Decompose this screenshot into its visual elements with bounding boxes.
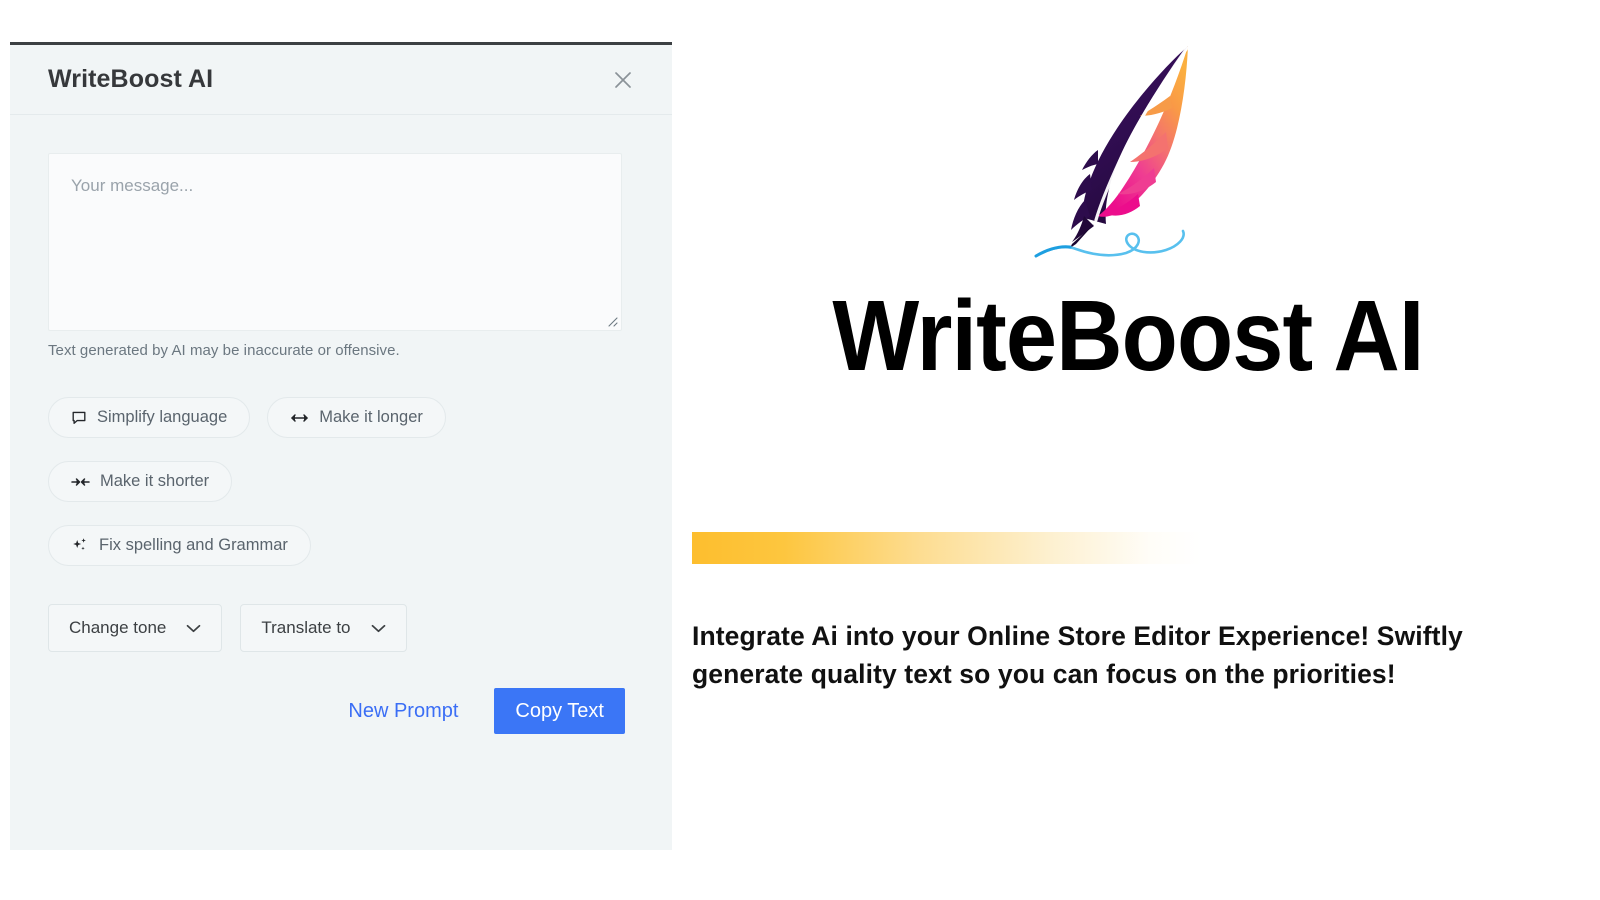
translate-to-dropdown[interactable]: Translate to xyxy=(240,604,407,652)
chip-row-1: Simplify language Make it longer xyxy=(48,397,634,438)
brand-gradient-bar xyxy=(692,532,1202,564)
panel-body: Text generated by AI may be inaccurate o… xyxy=(10,115,672,734)
chip-label: Simplify language xyxy=(97,408,228,426)
select-row: Change tone Translate to xyxy=(48,604,634,652)
footer-actions: New Prompt Copy Text xyxy=(48,688,634,734)
chip-fix-spelling-and-grammar[interactable]: Fix spelling and Grammar xyxy=(48,525,311,566)
copy-text-button[interactable]: Copy Text xyxy=(494,688,625,734)
translate-to-label: Translate to xyxy=(261,618,351,637)
chip-label: Make it longer xyxy=(319,408,423,426)
change-tone-dropdown[interactable]: Change tone xyxy=(48,604,223,652)
ai-disclaimer-text: Text generated by AI may be inaccurate o… xyxy=(48,342,400,359)
change-tone-label: Change tone xyxy=(69,618,167,637)
chevron-down-icon xyxy=(186,624,201,633)
chip-row-3: Fix spelling and Grammar xyxy=(48,525,634,566)
sparkle-icon xyxy=(71,537,89,554)
chip-simplify-language[interactable]: Simplify language xyxy=(48,397,251,438)
close-icon xyxy=(612,69,634,91)
close-button[interactable] xyxy=(606,63,640,97)
brand-description: Integrate Ai into your Online Store Edit… xyxy=(692,621,1463,689)
chip-make-it-shorter[interactable]: Make it shorter xyxy=(48,461,233,502)
feather-quill-logo xyxy=(1020,28,1210,268)
new-prompt-button[interactable]: New Prompt xyxy=(348,700,458,723)
speech-bubble-icon xyxy=(71,410,87,426)
chip-label: Fix spelling and Grammar xyxy=(99,536,288,554)
chip-make-it-longer[interactable]: Make it longer xyxy=(267,397,446,438)
panel-header: WriteBoost AI xyxy=(10,45,672,115)
page-title: WriteBoost AI xyxy=(48,65,214,93)
chip-label: Make it shorter xyxy=(100,472,210,490)
arrows-expand-icon xyxy=(290,411,309,425)
brand-title: WriteBoost AI xyxy=(832,280,1424,392)
prompt-input[interactable] xyxy=(48,153,622,331)
arrows-collapse-icon xyxy=(71,475,90,489)
chip-row-2: Make it shorter xyxy=(48,461,634,502)
writeboost-ai-panel: WriteBoost AI Text generated by AI may b… xyxy=(10,42,672,850)
chevron-down-icon xyxy=(371,624,386,633)
brand-panel: WriteBoost AI Integrate Ai into your Onl… xyxy=(672,0,1600,900)
prompt-field-wrapper xyxy=(48,153,622,331)
